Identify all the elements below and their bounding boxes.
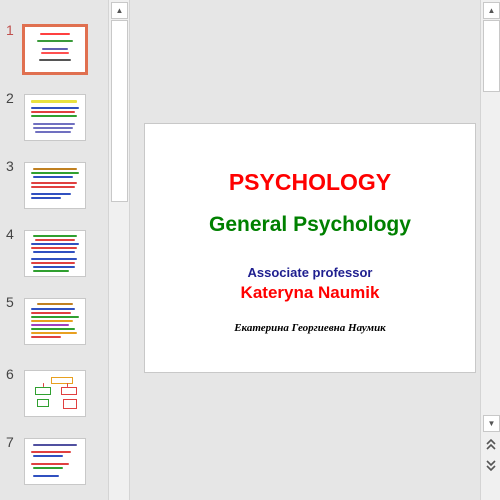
triangle-up-icon[interactable]: ▲ (111, 2, 128, 19)
author-name-native: Екатерина Георгиевна Наумик (234, 322, 386, 334)
slide-subtitle: General Psychology (209, 213, 411, 236)
slide-thumbnail-2[interactable] (24, 94, 86, 141)
slide-thumbnail-4[interactable] (24, 230, 86, 277)
double-chevron-up-icon[interactable] (484, 438, 498, 452)
slide-scrollbar[interactable]: ▲ ▼ (480, 0, 500, 500)
thumbnail-number: 1 (6, 22, 14, 38)
thumbnail-row-3[interactable]: 3 (0, 158, 108, 212)
thumbnail-number: 4 (6, 226, 14, 242)
thumbnail-number: 3 (6, 158, 14, 174)
thumbnail-row-7[interactable]: 7 (0, 434, 108, 488)
triangle-up-icon[interactable]: ▲ (483, 2, 500, 19)
author-role: Associate professor (247, 265, 373, 280)
author-name: Kateryna Naumik (240, 283, 380, 302)
slide-thumbnail-1[interactable] (22, 24, 88, 75)
slide-thumbnail-pane: 1 2 3 4 5 6 7 (0, 0, 108, 500)
thumbnail-number: 6 (6, 366, 14, 382)
slide-thumbnail-6[interactable] (24, 370, 86, 417)
double-chevron-down-icon[interactable] (484, 458, 498, 472)
thumbnail-row-1[interactable]: 1 (0, 22, 108, 76)
thumbnail-number: 7 (6, 434, 14, 450)
slide-editor-area: PSYCHOLOGY General Psychology Associate … (130, 0, 480, 500)
thumbnail-row-4[interactable]: 4 (0, 226, 108, 280)
thumbnail-row-6[interactable]: 6 (0, 366, 108, 420)
thumbnail-scrollbar[interactable]: ▲ (108, 0, 130, 500)
slide-canvas[interactable]: PSYCHOLOGY General Psychology Associate … (144, 123, 476, 373)
slide-thumbnail-7[interactable] (24, 438, 86, 485)
triangle-down-icon[interactable]: ▼ (483, 415, 500, 432)
slide-scrollbar-thumb[interactable] (483, 20, 500, 92)
slide-thumbnail-3[interactable] (24, 162, 86, 209)
thumbnail-row-5[interactable]: 5 (0, 294, 108, 348)
thumbnail-number: 2 (6, 90, 14, 106)
slide-thumbnail-5[interactable] (24, 298, 86, 345)
thumbnail-scrollbar-thumb[interactable] (111, 20, 128, 202)
thumbnail-number: 5 (6, 294, 14, 310)
slide-title: PSYCHOLOGY (228, 169, 392, 195)
thumbnail-row-2[interactable]: 2 (0, 90, 108, 144)
